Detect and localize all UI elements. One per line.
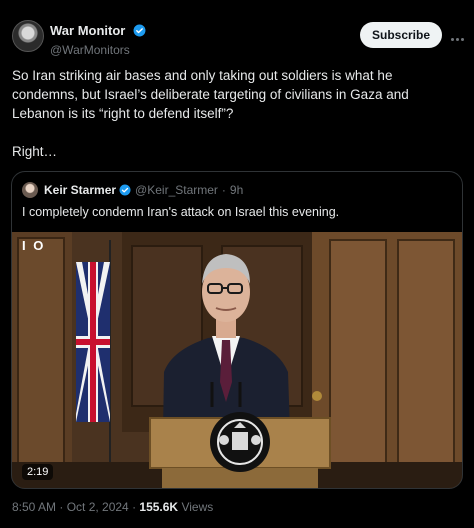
post-text: So Iran striking air bases and only taki…	[12, 66, 462, 161]
post-meta: 8:50 AM · Oct 2, 2024 · 155.6K Views	[12, 500, 213, 514]
video-frame	[12, 232, 462, 488]
views-count: 155.6K	[139, 500, 179, 514]
author-handle[interactable]: @WarMonitors	[50, 43, 146, 57]
quoted-post-text: I completely condemn Iran's attack on Is…	[22, 205, 340, 219]
post-text-line: Lebanon is its “right to defend itself”?	[12, 106, 234, 121]
quoted-author-name[interactable]: Keir Starmer	[44, 183, 116, 197]
post-text-line: So Iran striking air bases and only taki…	[12, 68, 393, 83]
video-duration: 2:19	[22, 464, 54, 480]
post-text-line: condemns, but Israel’s deliberate target…	[12, 87, 409, 102]
verified-icon	[119, 184, 131, 196]
separator-dot: ·	[221, 183, 226, 197]
video-player[interactable]: I O 2:19	[12, 232, 462, 488]
subscribe-button[interactable]: Subscribe	[360, 22, 442, 48]
author-display-name[interactable]: War Monitor	[50, 23, 125, 38]
views-label: Views	[178, 500, 214, 514]
post-header: War Monitor @WarMonitors Subscribe	[12, 20, 464, 57]
quoted-post[interactable]: Keir Starmer @Keir_Starmer · 9h I comple…	[11, 171, 463, 489]
video-badge: I O	[22, 238, 46, 253]
author-avatar[interactable]	[12, 20, 44, 52]
author-name-block: War Monitor @WarMonitors	[50, 22, 146, 57]
post-timestamp[interactable]: 8:50 AM · Oct 2, 2024 ·	[12, 500, 139, 514]
verified-icon	[133, 24, 146, 37]
quoted-post-age[interactable]: 9h	[230, 183, 243, 197]
more-options-icon[interactable]	[450, 28, 466, 42]
post-text-line: Right…	[12, 144, 58, 159]
quoted-author-avatar[interactable]	[22, 182, 38, 198]
quoted-post-header: Keir Starmer @Keir_Starmer · 9h	[22, 181, 243, 199]
quoted-author-handle[interactable]: @Keir_Starmer	[135, 183, 218, 197]
